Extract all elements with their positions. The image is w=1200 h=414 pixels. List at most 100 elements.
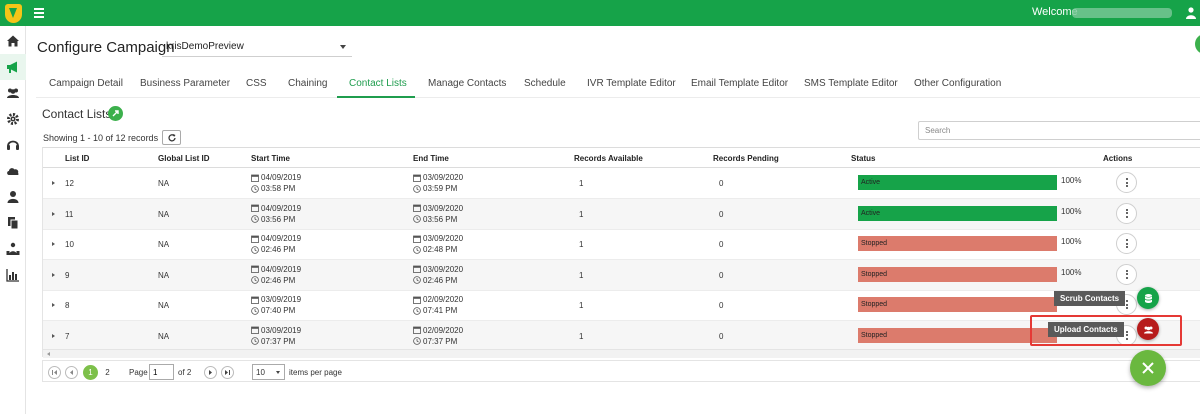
page-label: Page — [129, 368, 148, 377]
table-row[interactable]: 11 NA 04/09/2019 03:56 PM 03/09/2020 03:56 PM… — [43, 198, 1200, 230]
status-badge: Stopped — [858, 327, 1057, 343]
end-time: 03/09/2020 03:59 PM — [413, 172, 463, 194]
tab-contact-lists[interactable]: Contact Lists — [349, 78, 407, 89]
last-page-icon — [225, 370, 230, 375]
menu-toggle-icon[interactable] — [34, 6, 44, 20]
header-start-time[interactable]: Start Time — [251, 154, 290, 163]
header-global-list-id[interactable]: Global List ID — [158, 154, 210, 163]
row-actions-button[interactable] — [1116, 233, 1137, 254]
row-actions-button[interactable] — [1116, 202, 1137, 224]
header-records-pending[interactable]: Records Pending — [713, 154, 779, 163]
expand-row-icon[interactable] — [52, 181, 55, 185]
gear-icon — [7, 113, 19, 125]
last-page-button[interactable] — [221, 366, 234, 379]
expand-row-icon[interactable] — [52, 303, 55, 307]
start-time: 03/09/2019 07:40 PM — [251, 294, 301, 316]
refresh-icon — [167, 133, 176, 141]
sidebar-item-support[interactable] — [0, 132, 26, 158]
status-percent: 100% — [1061, 237, 1082, 246]
add-contact-list-button[interactable] — [108, 106, 123, 121]
clock-icon — [413, 337, 421, 345]
sidebar-item-reports[interactable] — [0, 262, 26, 288]
calendar-icon — [413, 174, 421, 182]
campaign-select-value: krisDemoPreview — [166, 41, 244, 52]
records-pending: 0 — [719, 301, 724, 310]
clock-icon — [251, 245, 259, 254]
close-fab-button[interactable] — [1130, 350, 1166, 386]
expand-row-icon[interactable] — [52, 272, 55, 277]
records-summary: Showing 1 - 10 of 12 records — [43, 133, 159, 143]
tab-css[interactable]: CSS — [246, 78, 267, 89]
tab-manage-contacts[interactable]: Manage Contacts — [428, 78, 506, 89]
records-pending: 0 — [719, 240, 724, 249]
table-row[interactable]: 10 NA 04/09/2019 02:46 PM 03/09/2020 02:48 PM… — [43, 229, 1200, 260]
header-end-time[interactable]: End Time — [413, 154, 449, 163]
sidebar-item-home[interactable] — [0, 28, 26, 54]
sidebar-item-profile[interactable] — [0, 184, 26, 210]
next-page-button[interactable] — [204, 366, 217, 379]
scroll-left-icon[interactable] — [47, 352, 50, 356]
users-icon — [7, 88, 19, 98]
start-time: 04/09/2019 02:46 PM — [251, 264, 301, 286]
home-icon — [7, 35, 19, 47]
upload-contacts-button[interactable] — [1137, 318, 1159, 340]
campaign-select[interactable]: krisDemoPreview — [162, 37, 352, 57]
sidebar-item-settings[interactable] — [0, 106, 26, 132]
database-icon — [1144, 293, 1152, 303]
chevron-down-icon — [340, 45, 346, 49]
tab-chaining[interactable]: Chaining — [288, 78, 327, 89]
sidebar-item-users[interactable] — [0, 80, 26, 106]
end-date-text: 02/09/2020 — [423, 295, 464, 304]
horizontal-scrollbar[interactable] — [43, 349, 1200, 358]
expand-row-icon[interactable] — [52, 242, 55, 246]
tab-schedule[interactable]: Schedule — [524, 78, 566, 89]
table-row[interactable]: 9 NA 04/09/2019 02:46 PM 03/09/2020 02:46 PM 1… — [43, 259, 1200, 291]
first-page-button[interactable] — [48, 366, 61, 379]
table-row[interactable]: 12 NA 04/09/2019 03:58 PM 03/09/2020 03:59 PM… — [43, 168, 1200, 199]
user-icon[interactable] — [1186, 7, 1196, 19]
expand-row-icon[interactable] — [52, 211, 55, 216]
cloud-icon — [7, 168, 19, 175]
records-available: 1 — [579, 301, 584, 310]
tab-business-parameter[interactable]: Business Parameter — [140, 78, 230, 89]
page-number-1[interactable]: 1 — [83, 365, 98, 380]
refresh-button[interactable] — [162, 130, 181, 145]
copy-icon — [8, 217, 19, 230]
status-badge: Active — [858, 175, 1057, 190]
scrub-contacts-button[interactable] — [1137, 287, 1159, 309]
page-number-input[interactable] — [149, 364, 174, 380]
end-time-text: 07:41 PM — [423, 306, 458, 315]
tab-email-template-editor[interactable]: Email Template Editor — [691, 78, 788, 89]
sidebar-item-cloud[interactable] — [0, 158, 26, 184]
page-number-2[interactable]: 2 — [100, 365, 115, 380]
search-input[interactable] — [918, 121, 1200, 140]
header-list-id[interactable]: List ID — [65, 154, 89, 163]
calendar-icon — [413, 235, 421, 243]
row-actions-button[interactable] — [1116, 263, 1137, 285]
expand-row-icon[interactable] — [52, 333, 55, 338]
calendar-icon — [251, 235, 259, 243]
prev-page-button[interactable] — [65, 366, 78, 379]
tab-ivr-template-editor[interactable]: IVR Template Editor — [587, 78, 676, 89]
sidebar-item-campaigns[interactable] — [0, 54, 26, 80]
table-row[interactable]: 8 NA 03/09/2019 07:40 PM 02/09/2020 07:41 PM 1… — [43, 290, 1200, 321]
status-badge: Stopped — [858, 266, 1057, 282]
side-panel-toggle[interactable] — [1195, 34, 1200, 54]
headset-icon — [7, 140, 19, 150]
pagination-bar: 1 2 Page of 2 10 items per page — [42, 360, 1200, 382]
table-header: List ID Global List ID Start Time End Ti… — [43, 148, 1200, 168]
items-per-page-select[interactable]: 10 — [252, 364, 285, 380]
tab-sms-template-editor[interactable]: SMS Template Editor — [804, 78, 898, 89]
clock-icon — [251, 215, 259, 223]
row-actions-button[interactable] — [1116, 172, 1137, 193]
list-id: 9 — [65, 270, 70, 280]
tab-campaign-detail[interactable]: Campaign Detail — [49, 78, 123, 89]
sidebar-item-documents[interactable] — [0, 210, 26, 236]
sidebar-item-hierarchy[interactable] — [0, 236, 26, 262]
table-row[interactable]: 7 NA 03/09/2019 07:37 PM 02/09/2020 07:37 PM 1… — [43, 320, 1200, 352]
header-actions: Actions — [1103, 154, 1133, 163]
app-logo[interactable] — [0, 0, 26, 26]
header-status[interactable]: Status — [851, 154, 875, 163]
tab-other-configuration[interactable]: Other Configuration — [914, 78, 1001, 89]
header-records-available[interactable]: Records Available — [574, 154, 643, 163]
